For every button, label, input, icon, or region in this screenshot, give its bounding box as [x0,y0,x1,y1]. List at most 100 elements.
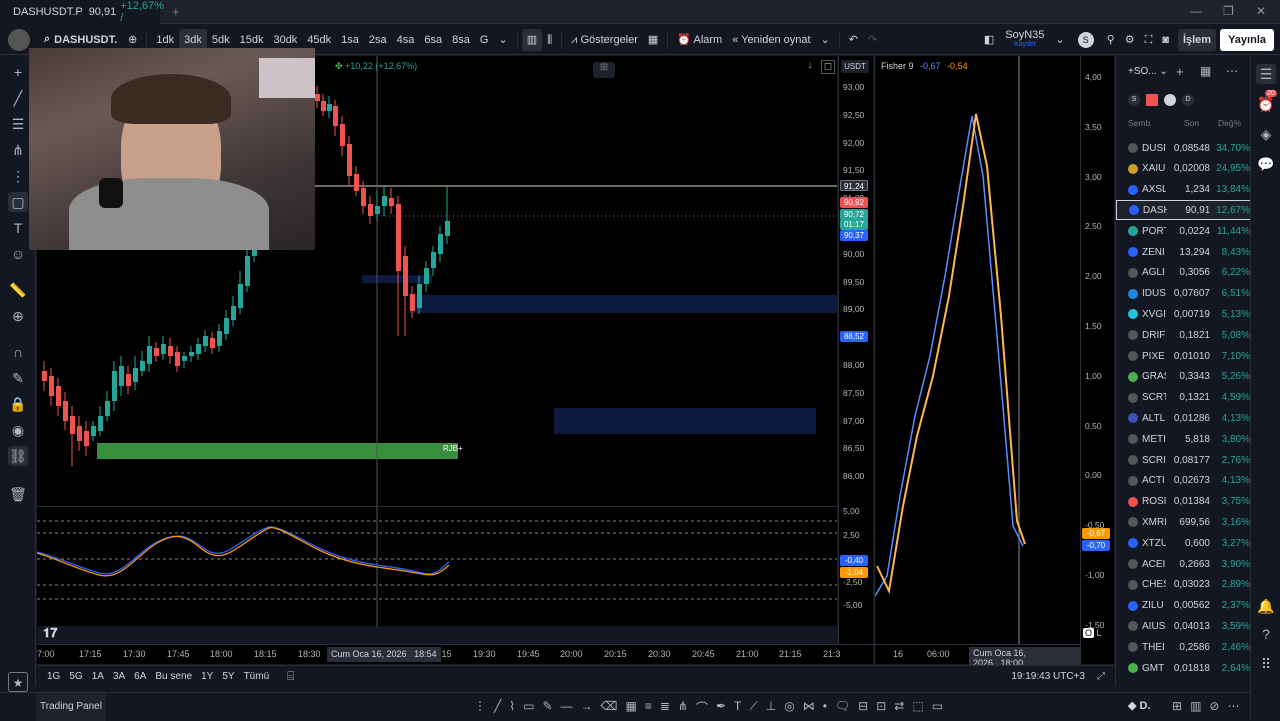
pattern-icon[interactable]: ⋈ [803,699,815,716]
range-1G[interactable]: 1G [47,671,60,682]
path-tool-icon[interactable]: ⌇ [509,699,515,716]
watchlist-row[interactable]: ALTL 0,01286 4,13% [1116,408,1251,428]
range-Bu-sene[interactable]: Bu sene [155,671,192,682]
magnet-icon[interactable]: ∩ [8,342,28,362]
pitchfork-icon[interactable]: ⋔ [8,140,28,160]
range-3A[interactable]: 3A [113,671,125,682]
curve-icon[interactable]: ⌒ [696,699,708,716]
snapshot-icon[interactable]: ◙ [1157,29,1174,51]
maximize-pane-icon[interactable]: ◻ [821,60,835,74]
watchlist-row[interactable]: AIUS 0,04013 3,59% [1116,616,1251,636]
fisher-o-icon[interactable]: O [1083,628,1095,638]
watchlist-row[interactable]: XMRI 699,56 3,16% [1116,512,1251,532]
zoom-icon[interactable]: ⊕ [8,306,28,326]
watchlist-row[interactable]: GMT 0,01818 2,64% [1116,658,1251,678]
watchlist-row[interactable]: IDUS 0,07607 6,51% [1116,284,1251,304]
watchlist-row[interactable]: SCRT 0,1321 4,59% [1116,388,1251,408]
grip-icon[interactable]: ⋮ [474,699,486,716]
bell-icon[interactable]: 🔔 [1256,596,1276,616]
scroll-down-icon[interactable]: ↓ [803,60,817,74]
interval-4sa[interactable]: 4sa [392,29,420,51]
watchlist-row[interactable]: CHES 0,03023 2,89% [1116,575,1251,595]
fisher-axis[interactable]: 4,00 3,50 3,00 2,50 2,00 1,50 1,00 0,50 0,00 -0,5… [1080,56,1114,664]
fib-icon[interactable]: ⋮ [8,166,28,186]
help-icon[interactable]: ? [1256,624,1276,644]
watchlist-row[interactable]: ROSI 0,01384 3,75% [1116,492,1251,512]
restore-button[interactable]: ❐ [1223,4,1234,18]
interval-8sa[interactable]: 8sa [447,29,475,51]
filter-red-icon[interactable] [1146,94,1158,106]
oscillator-pane[interactable]: 𝟏𝟕 O L [37,506,855,649]
pencil-lock-icon[interactable]: ✎ [8,368,28,388]
arrows-icon[interactable]: ⇄ [894,699,904,716]
watchlist-row[interactable]: PORT 0,0224 11,44% [1116,221,1251,241]
interval-6sa[interactable]: 6sa [419,29,447,51]
settings-icon[interactable]: ⚙ [1120,29,1140,51]
watchlist-row[interactable]: XVGI 0,00719 5,13% [1116,304,1251,324]
line-tool-icon[interactable]: ╱ [494,699,501,716]
hline-icon[interactable]: — [561,699,573,716]
watchlist-row[interactable]: DASH 90,91 12,67% [1116,200,1251,221]
interval-G[interactable]: G [475,29,494,51]
horizontal-lines-icon[interactable]: ☰ [8,114,28,134]
trendline-icon[interactable]: ╱ [8,88,28,108]
layout-icon[interactable]: ◧ [979,29,999,51]
eye-icon[interactable]: ◉ [8,420,28,440]
price-axis[interactable]: USDT 93,0092,5092,0091,5091,0090,5090,00… [838,56,873,660]
layout-dropdown-icon[interactable]: ⌄ [1050,29,1069,51]
eraser-icon[interactable]: ⌫ [601,699,618,716]
watchlist-row[interactable]: PIXE 0,01010 7,10% [1116,346,1251,366]
col-last[interactable]: Son [1184,118,1199,128]
range-1A[interactable]: 1A [92,671,104,682]
replay-button[interactable]: « Yeniden oynat [727,29,815,51]
col-symbol[interactable]: Semb [1128,118,1150,128]
layout2-icon[interactable]: ▥ [1190,699,1201,713]
minimize-button[interactable]: — [1190,4,1202,18]
watchlist-row[interactable]: GRAS 0,3343 5,26% [1116,367,1251,387]
chart-tab[interactable]: DASHUSDT.P 90,91 +12,67% / [0,0,164,24]
measure-icon[interactable]: ⊥ [766,699,776,716]
rect-tool-icon[interactable]: ▭ [932,699,943,716]
interval-2sa[interactable]: 2sa [364,29,392,51]
emoji-icon[interactable]: ☺ [8,244,28,264]
fork-icon[interactable]: ⋔ [678,699,688,716]
ruler-tool-icon[interactable]: ⟋ [749,699,757,716]
grid-tool-icon[interactable]: ▦ [625,699,636,716]
chat-icon[interactable]: 💬 [1256,154,1276,174]
watchlist-row[interactable]: ZILU 0,00562 2,37% [1116,596,1251,616]
bottom-account[interactable]: ◆ D. [1128,699,1151,712]
range-1Y[interactable]: 1Y [201,671,213,682]
alarm-button[interactable]: ⏰ Alarm [672,29,727,51]
clock[interactable]: 19:19:43 UTC+3 [1011,671,1085,682]
brush-icon[interactable]: ✎ [542,699,552,716]
watchlist-title[interactable]: +SO... ⌄ [1128,66,1168,77]
box-select-icon[interactable]: ⬚ [912,699,923,716]
lock-icon[interactable]: 🔒 [8,394,28,414]
candles-icon[interactable]: ▥ [521,28,543,51]
fisher-l-icon[interactable]: L [1097,628,1102,638]
watchlist-row[interactable]: DRIF 0,1821 5,08% [1116,325,1251,345]
link-icon[interactable]: ⛓ [8,446,28,466]
add-symbol-icon[interactable]: + [1176,64,1184,79]
date-range-icon[interactable]: ⌸ [287,669,294,684]
watchlist-row[interactable]: AXSL 1,234 13,84% [1116,180,1251,200]
templates-icon[interactable]: ▦ [643,29,663,51]
star-icon[interactable]: ★ [8,672,28,692]
watchlist-layout-icon[interactable]: ▦ [1200,64,1211,78]
watchlist-icon[interactable]: ☰ [1256,64,1276,84]
ray-icon[interactable]: → [581,699,593,716]
target-icon[interactable]: ◎ [784,699,794,716]
trade-button[interactable]: İşlem [1177,28,1217,51]
ruler-icon[interactable]: 📏 [8,280,28,300]
fisher-pane-buttons[interactable]: O L [1083,628,1102,638]
watchlist-row[interactable]: ACTI 0,02673 4,13% [1116,471,1251,491]
close-window-button[interactable]: ✕ [1256,4,1266,18]
watchlist-row[interactable]: ZENI 13,294 8,43% [1116,242,1251,262]
watchlist-row[interactable]: THEI 0,2586 2,46% [1116,637,1251,657]
range-Tümü[interactable]: Tümü [244,671,270,682]
new-tab-icon[interactable]: + [172,4,180,19]
dot-icon[interactable]: • [823,699,827,716]
time-axis[interactable]: 7:0017:1517:3017:4518:0018:1518:3019:151… [37,644,873,664]
watchlist-row[interactable]: AGLI 0,3056 6,22% [1116,263,1251,283]
watchlist-row[interactable]: SCRI 0,08177 2,76% [1116,450,1251,470]
